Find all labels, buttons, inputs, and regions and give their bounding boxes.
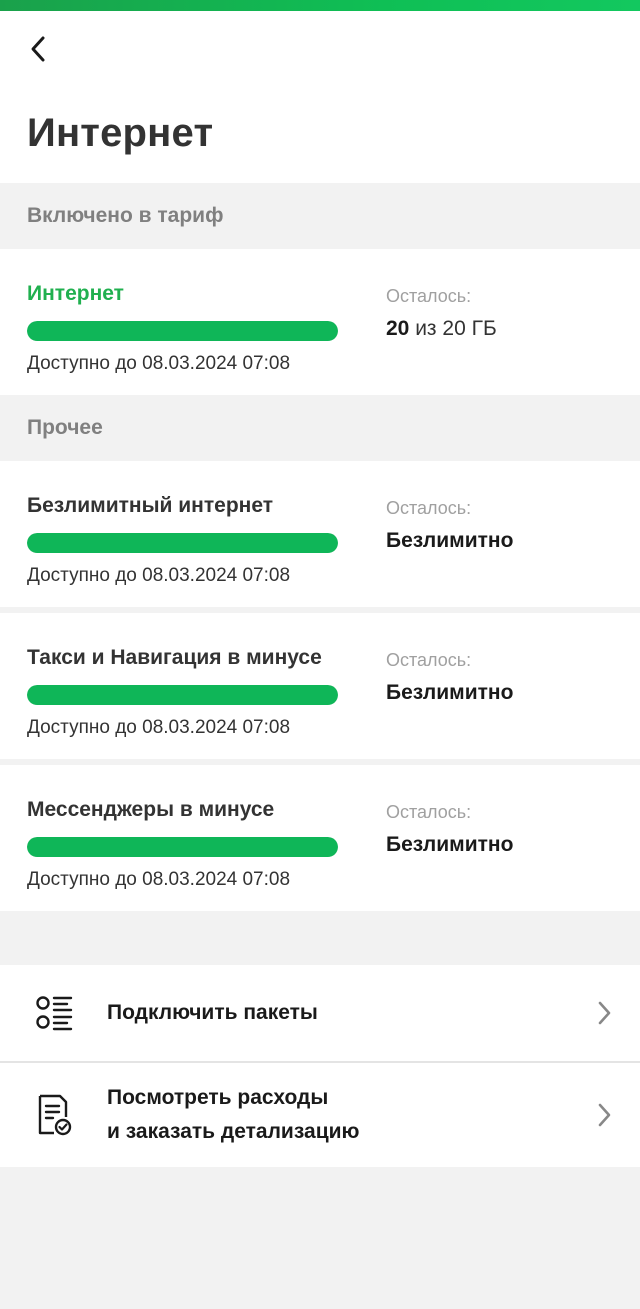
remaining-amount: 20 [386, 317, 410, 340]
package-name: Такси и Навигация в минусе [27, 646, 322, 669]
remaining-label: Осталось: [386, 498, 472, 518]
available-until: Доступно до 08.03.2024 07:08 [27, 717, 291, 738]
action-label: Подключить пакеты [107, 1001, 318, 1024]
action-label-line2: и заказать детализацию [107, 1120, 360, 1143]
chevron-left-icon [28, 35, 48, 68]
document-check-icon [30, 1091, 78, 1139]
remaining-value: 20 из 20 ГБ [386, 317, 497, 341]
back-button[interactable] [18, 31, 58, 71]
action-label: Посмотреть расходы и заказать детализаци… [107, 1081, 359, 1149]
package-card-internet[interactable]: Интернет Доступно до 08.03.2024 07:08 Ос… [0, 249, 640, 395]
remaining-value: Безлимитно [386, 833, 514, 856]
usage-progress-bar [27, 321, 338, 341]
usage-progress-fill [27, 837, 338, 857]
usage-progress-fill [27, 533, 338, 553]
package-card-messengers[interactable]: Мессенджеры в минусе Доступно до 08.03.2… [0, 765, 640, 911]
package-card-unlimited-internet[interactable]: Безлимитный интернет Доступно до 08.03.2… [0, 461, 640, 607]
page-title: Интернет [27, 111, 214, 155]
package-name: Мессенджеры в минусе [27, 798, 275, 821]
usage-progress-bar [27, 837, 338, 857]
package-name: Интернет [27, 282, 124, 305]
section-title-other: Прочее [27, 416, 103, 439]
available-until: Доступно до 08.03.2024 07:08 [27, 353, 291, 374]
remaining-label: Осталось: [386, 802, 472, 822]
usage-progress-fill [27, 685, 338, 705]
remaining-value: Безлимитно [386, 529, 514, 552]
usage-progress-fill [27, 321, 338, 341]
available-until: Доступно до 08.03.2024 07:08 [27, 565, 291, 586]
top-accent-strip [0, 0, 640, 11]
remaining-label: Осталось: [386, 650, 472, 670]
available-until: Доступно до 08.03.2024 07:08 [27, 869, 291, 890]
remaining-label: Осталось: [386, 286, 472, 306]
view-expenses-button[interactable]: Посмотреть расходы и заказать детализаци… [0, 1061, 640, 1167]
action-label-line1: Посмотреть расходы [107, 1086, 329, 1109]
chevron-right-icon [592, 1103, 616, 1127]
usage-progress-bar [27, 533, 338, 553]
package-name: Безлимитный интернет [27, 494, 274, 517]
section-title-tariff: Включено в тариф [27, 204, 224, 227]
connect-packages-button[interactable]: Подключить пакеты [0, 965, 640, 1061]
chevron-right-icon [592, 1001, 616, 1025]
usage-progress-bar [27, 685, 338, 705]
packages-list-icon [30, 989, 78, 1037]
package-card-taxi-navigation[interactable]: Такси и Навигация в минусе Доступно до 0… [0, 613, 640, 759]
remaining-value: Безлимитно [386, 681, 514, 704]
page-header: Интернет [0, 11, 640, 183]
remaining-total: из 20 ГБ [409, 317, 497, 340]
